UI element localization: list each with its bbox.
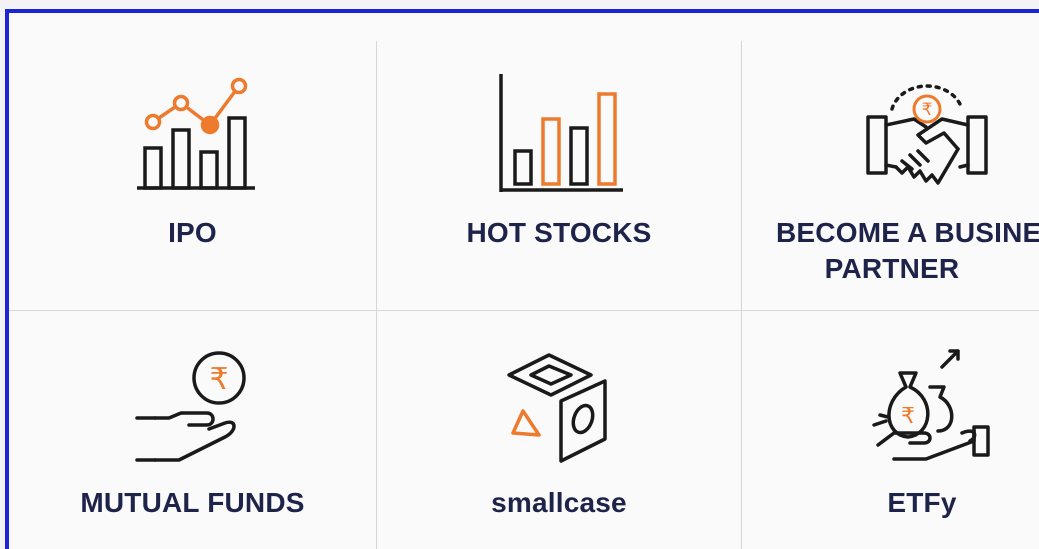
ipo-chart-icon	[137, 77, 255, 190]
tile-hot-stocks-label: HOT STOCKS	[466, 217, 652, 248]
tile-mutual-funds-label: MUTUAL FUNDS	[80, 487, 305, 518]
tile-hot-stocks[interactable]: HOT STOCKS	[377, 13, 741, 310]
tile-mutual-funds[interactable]: ₹ MUTUAL FUNDS	[9, 311, 376, 549]
tile-etfy-label: ETFy	[887, 487, 957, 518]
tile-smallcase[interactable]: smallcase	[377, 311, 741, 549]
smallcase-cube-icon	[507, 353, 607, 463]
svg-text:₹: ₹	[209, 362, 228, 397]
tile-business-partner[interactable]: ₹ BECOME A BUSINESS PARTNER	[742, 13, 1039, 310]
tile-ipo-label: IPO	[168, 217, 217, 248]
svg-text:₹: ₹	[901, 404, 915, 429]
tile-etfy[interactable]: ₹ ETFy	[742, 311, 1039, 549]
bar-chart-icon	[499, 74, 623, 192]
tile-smallcase-label: smallcase	[491, 487, 627, 518]
svg-text:₹: ₹	[922, 100, 933, 120]
menu-grid-frame: IPO HOT STOCKS ₹ BECOME A BUSINE PARTNER…	[5, 9, 1039, 549]
hand-rupee-coin-icon: ₹	[135, 351, 246, 462]
tile-business-partner-label-line1: BECOME A BUSINESS	[776, 217, 1039, 248]
tile-business-partner-label-line2: PARTNER	[824, 253, 960, 284]
handshake-rupee-icon: ₹	[866, 84, 988, 185]
tile-ipo[interactable]: IPO	[9, 13, 376, 310]
money-bags-hand-icon: ₹	[872, 349, 990, 461]
